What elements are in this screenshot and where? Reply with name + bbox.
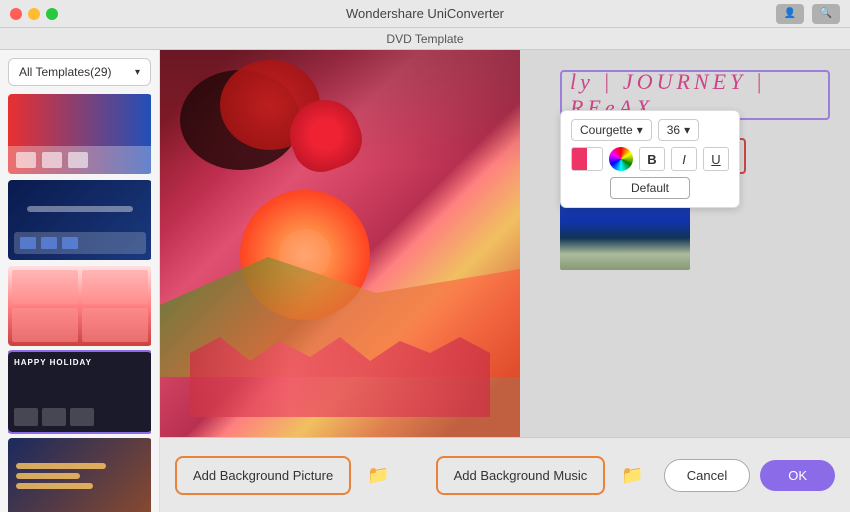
background-image: [160, 50, 520, 437]
template-list: HAPPY HOLIDAY HAPP: [8, 94, 151, 512]
folder-icon-picture[interactable]: 📁: [367, 465, 389, 486]
template-thumb-5[interactable]: [8, 438, 151, 512]
ok-button[interactable]: OK: [760, 460, 835, 491]
font-row: Courgette ▾ 36 ▾: [571, 119, 729, 141]
dropdown-label: All Templates(29): [19, 65, 111, 79]
mini-sq: [62, 237, 78, 249]
size-chevron-icon: ▾: [684, 123, 690, 137]
maximize-button[interactable]: [46, 8, 58, 20]
add-background-music-button[interactable]: Add Background Music: [436, 456, 606, 495]
content-area: ly | JOURNEY | REeAX Courgette ▾ 36 ▾: [160, 50, 850, 512]
search-icon[interactable]: 🔍: [812, 4, 840, 24]
mini-box: [42, 152, 62, 168]
bold-button[interactable]: B: [639, 147, 665, 171]
text-toolbar: Courgette ▾ 36 ▾ B I U Default: [560, 110, 740, 208]
thumb-cell: [82, 270, 148, 304]
mini-box: [16, 152, 36, 168]
cancel-button[interactable]: Cancel: [664, 459, 750, 492]
bottom-actions: Cancel OK: [664, 459, 835, 492]
main-layout: All Templates(29) ▾: [0, 50, 850, 512]
default-button[interactable]: Default: [610, 177, 690, 199]
thumb-cell: [70, 408, 94, 426]
underline-button[interactable]: U: [703, 147, 729, 171]
mini-box: [68, 152, 88, 168]
thumb-cell: [82, 308, 148, 342]
decorative: [190, 337, 490, 417]
thumb-line: [16, 473, 80, 479]
font-select[interactable]: Courgette ▾: [571, 119, 652, 141]
thumb-cell: [12, 308, 78, 342]
folder-icon-music[interactable]: 📁: [621, 465, 643, 486]
user-icon[interactable]: 👤: [776, 4, 804, 24]
size-select[interactable]: 36 ▾: [658, 119, 699, 141]
template-thumb-3[interactable]: [8, 266, 151, 346]
thumb-line: [16, 463, 106, 469]
chevron-down-icon: ▾: [135, 67, 140, 78]
fruit-overlay: [160, 50, 520, 437]
format-row: B I U: [571, 147, 729, 171]
close-button[interactable]: [10, 8, 22, 20]
thumb-line: [16, 483, 93, 489]
template-thumb-1[interactable]: [8, 94, 151, 174]
page-title: DVD Template: [386, 32, 463, 46]
titlebar-icons: 👤 🔍: [776, 4, 840, 24]
font-size: 36: [667, 123, 680, 137]
sidebar: All Templates(29) ▾: [0, 50, 160, 512]
template-dropdown[interactable]: All Templates(29) ▾: [8, 58, 151, 86]
thumb-label: HAPPY HOLIDAY: [14, 358, 146, 367]
default-row: Default: [571, 177, 729, 199]
italic-button[interactable]: I: [671, 147, 697, 171]
thumb-cell: [12, 270, 78, 304]
bottom-bar: Add Background Picture 📁 Add Background …: [160, 437, 850, 512]
minimize-button[interactable]: [28, 8, 40, 20]
font-name: Courgette: [580, 123, 633, 137]
template-thumb-4[interactable]: HAPPY HOLIDAY: [8, 352, 151, 432]
color-swatch[interactable]: [571, 147, 603, 171]
add-background-picture-button[interactable]: Add Background Picture: [175, 456, 351, 495]
mini-sq: [20, 237, 36, 249]
thumb-cell: [42, 408, 66, 426]
window-controls[interactable]: [10, 8, 58, 20]
thumb-cell: [14, 408, 38, 426]
subtitle-bar: DVD Template: [0, 28, 850, 50]
template-thumb-2[interactable]: [8, 180, 151, 260]
preview-canvas: ly | JOURNEY | REeAX Courgette ▾ 36 ▾: [160, 50, 850, 437]
app-title: Wondershare UniConverter: [346, 6, 504, 21]
font-chevron-icon: ▾: [637, 123, 643, 137]
titlebar: Wondershare UniConverter 👤 🔍: [0, 0, 850, 28]
color-picker-icon[interactable]: [609, 147, 633, 171]
mini-sq: [41, 237, 57, 249]
